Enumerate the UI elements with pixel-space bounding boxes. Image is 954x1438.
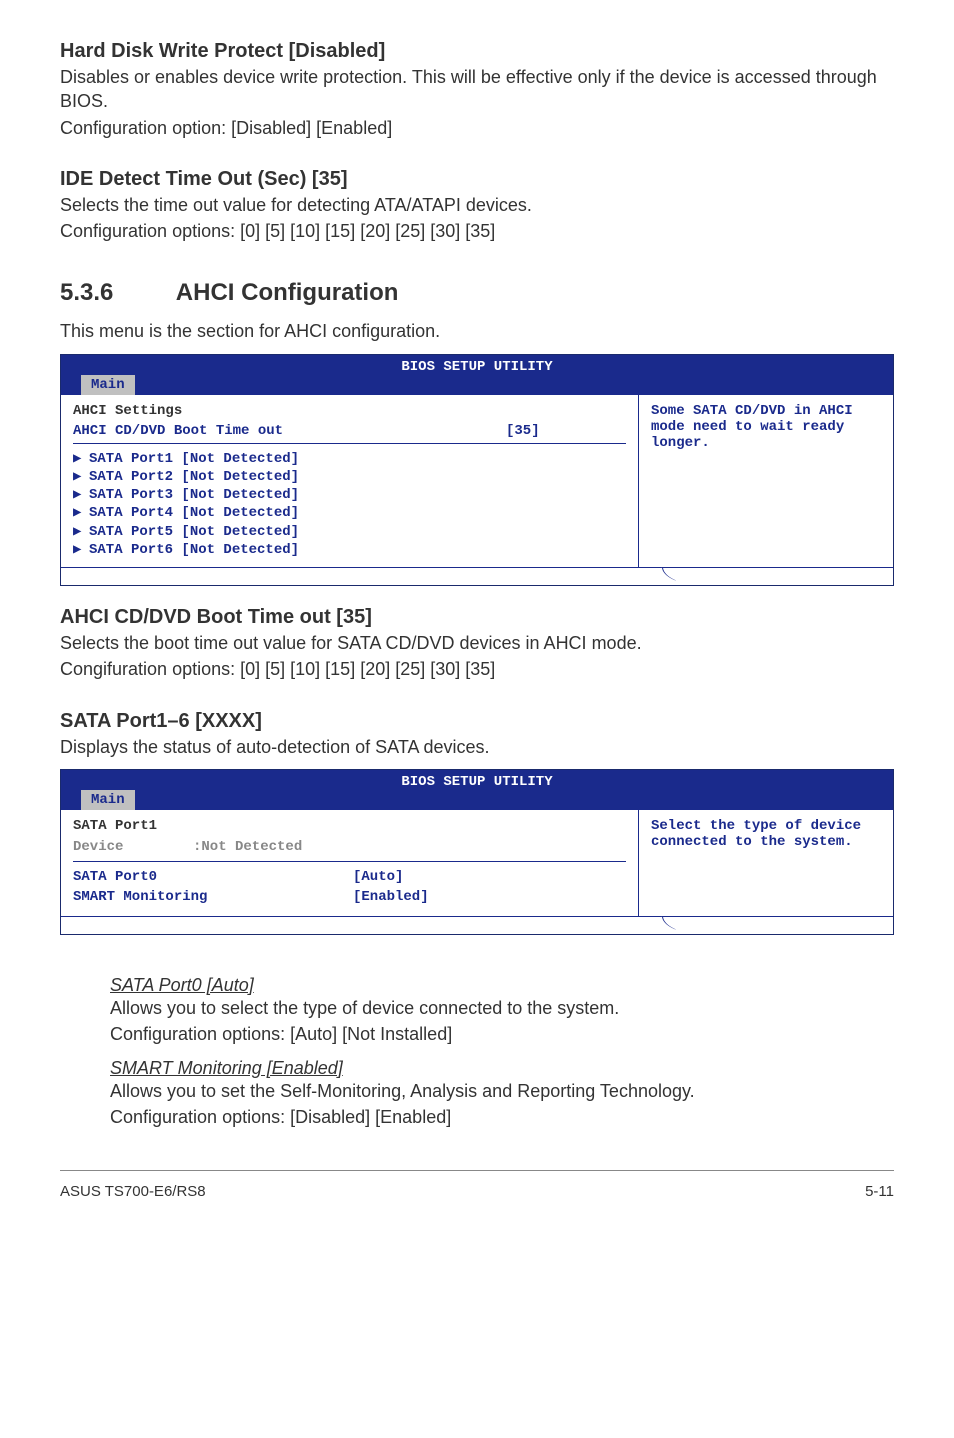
bios-help-text: Select the type of device connected to t… [651, 818, 861, 850]
sata-port1-row[interactable]: ▶SATA Port1 [Not Detected] [73, 450, 626, 468]
footer-divider [60, 1170, 894, 1171]
bios-header-title: BIOS SETUP UTILITY [401, 774, 552, 790]
smart-subitem: SMART Monitoring [Enabled] Allows you to… [110, 1058, 894, 1130]
expand-icon: ▶ [73, 468, 89, 486]
sata-port4-row[interactable]: ▶SATA Port4 [Not Detected] [73, 504, 626, 522]
footer-product: ASUS TS700-E6/RS8 [60, 1183, 206, 1200]
sata-port0-subitem: SATA Port0 [Auto] Allows you to select t… [110, 975, 894, 1047]
sata-port0-sub-options: Configuration options: [Auto] [Not Insta… [110, 1022, 894, 1046]
sata-port4-text: SATA Port4 [Not Detected] [89, 504, 299, 522]
expand-icon: ▶ [73, 486, 89, 504]
expand-icon: ▶ [73, 450, 89, 468]
section-title: AHCI Configuration [176, 279, 399, 306]
smart-monitoring-row[interactable]: SMART Monitoring [Enabled] [73, 888, 626, 908]
ahci-settings-title: AHCI Settings [73, 403, 626, 419]
sata-port6-text: SATA Port6 [Not Detected] [89, 541, 299, 559]
sata-port0-row[interactable]: SATA Port0 [Auto] [73, 868, 626, 888]
bios-header: BIOS SETUP UTILITY Main [61, 355, 893, 395]
smart-sub-title: SMART Monitoring [Enabled] [110, 1058, 894, 1079]
bios-header: BIOS SETUP UTILITY Main [61, 770, 893, 810]
footer-page-number: 5-11 [865, 1183, 894, 1200]
device-row: Device :Not Detected [73, 838, 626, 863]
hdwp-title: Hard Disk Write Protect [Disabled] [60, 40, 894, 63]
hdwp-options: Configuration option: [Disabled] [Enable… [60, 116, 894, 140]
ahci-bt-options: Congifuration options: [0] [5] [10] [15]… [60, 657, 894, 681]
sata-port3-row[interactable]: ▶SATA Port3 [Not Detected] [73, 486, 626, 504]
smart-sub-desc: Allows you to set the Self-Monitoring, A… [110, 1079, 894, 1103]
bios-tab-main[interactable]: Main [81, 790, 135, 810]
section-heading: 5.3.6 AHCI Configuration [60, 279, 894, 307]
bios-panel-ahci: BIOS SETUP UTILITY Main AHCI Settings AH… [60, 354, 894, 586]
bios-help-text: Some SATA CD/DVD in AHCI mode need to wa… [651, 403, 853, 451]
bios-tab-main[interactable]: Main [81, 375, 135, 395]
ahci-boot-time-section: AHCI CD/DVD Boot Time out [35] Selects t… [60, 606, 894, 682]
smart-sub-options: Configuration options: [Disabled] [Enabl… [110, 1105, 894, 1129]
ahci-boot-time-row[interactable]: AHCI CD/DVD Boot Time out [35] [73, 423, 626, 444]
bios-help-pane: Select the type of device connected to t… [639, 810, 893, 916]
hdwp-desc: Disables or enables device write protect… [60, 65, 894, 114]
device-value: :Not Detected [193, 838, 626, 858]
expand-icon: ▶ [73, 504, 89, 522]
bios-left-pane: SATA Port1 Device :Not Detected SATA Por… [61, 810, 639, 916]
ahci-bt-desc: Selects the boot time out value for SATA… [60, 631, 894, 655]
sata-port2-text: SATA Port2 [Not Detected] [89, 468, 299, 486]
sata-port1-title: SATA Port1 [73, 818, 626, 834]
sata-port0-label: SATA Port0 [73, 868, 353, 888]
bios-left-pane: AHCI Settings AHCI CD/DVD Boot Time out … [61, 395, 639, 567]
device-label: Device [73, 838, 193, 858]
bios-help-pane: Some SATA CD/DVD in AHCI mode need to wa… [639, 395, 893, 567]
ide-title: IDE Detect Time Out (Sec) [35] [60, 168, 894, 191]
sata-px-desc: Displays the status of auto-detection of… [60, 735, 894, 759]
sata-port1-text: SATA Port1 [Not Detected] [89, 450, 299, 468]
sata-port3-text: SATA Port3 [Not Detected] [89, 486, 299, 504]
section-intro: This menu is the section for AHCI config… [60, 319, 894, 343]
hard-disk-write-protect-section: Hard Disk Write Protect [Disabled] Disab… [60, 40, 894, 140]
sata-port0-value: [Auto] [353, 868, 626, 888]
sata-port5-row[interactable]: ▶SATA Port5 [Not Detected] [73, 523, 626, 541]
ide-options: Configuration options: [0] [5] [10] [15]… [60, 219, 894, 243]
bios-panel-sata-port: BIOS SETUP UTILITY Main SATA Port1 Devic… [60, 769, 894, 935]
sata-port5-text: SATA Port5 [Not Detected] [89, 523, 299, 541]
sata-port2-row[interactable]: ▶SATA Port2 [Not Detected] [73, 468, 626, 486]
sata-port0-sub-desc: Allows you to select the type of device … [110, 996, 894, 1020]
ahci-boot-label: AHCI CD/DVD Boot Time out [73, 423, 506, 439]
ahci-bt-title: AHCI CD/DVD Boot Time out [35] [60, 606, 894, 629]
page-footer: ASUS TS700-E6/RS8 5-11 [60, 1179, 894, 1200]
sata-px-title: SATA Port1–6 [XXXX] [60, 710, 894, 733]
sata-port6-row[interactable]: ▶SATA Port6 [Not Detected] [73, 541, 626, 559]
ide-desc: Selects the time out value for detecting… [60, 193, 894, 217]
bios-header-title: BIOS SETUP UTILITY [401, 359, 552, 375]
section-number: 5.3.6 [60, 279, 170, 307]
sata-port-x-section: SATA Port1–6 [XXXX] Displays the status … [60, 710, 894, 759]
sata-port0-sub-title: SATA Port0 [Auto] [110, 975, 894, 996]
smart-label: SMART Monitoring [73, 888, 353, 908]
ahci-boot-value: [35] [506, 423, 626, 439]
smart-value: [Enabled] [353, 888, 626, 908]
ide-detect-section: IDE Detect Time Out (Sec) [35] Selects t… [60, 168, 894, 244]
expand-icon: ▶ [73, 523, 89, 541]
expand-icon: ▶ [73, 541, 89, 559]
